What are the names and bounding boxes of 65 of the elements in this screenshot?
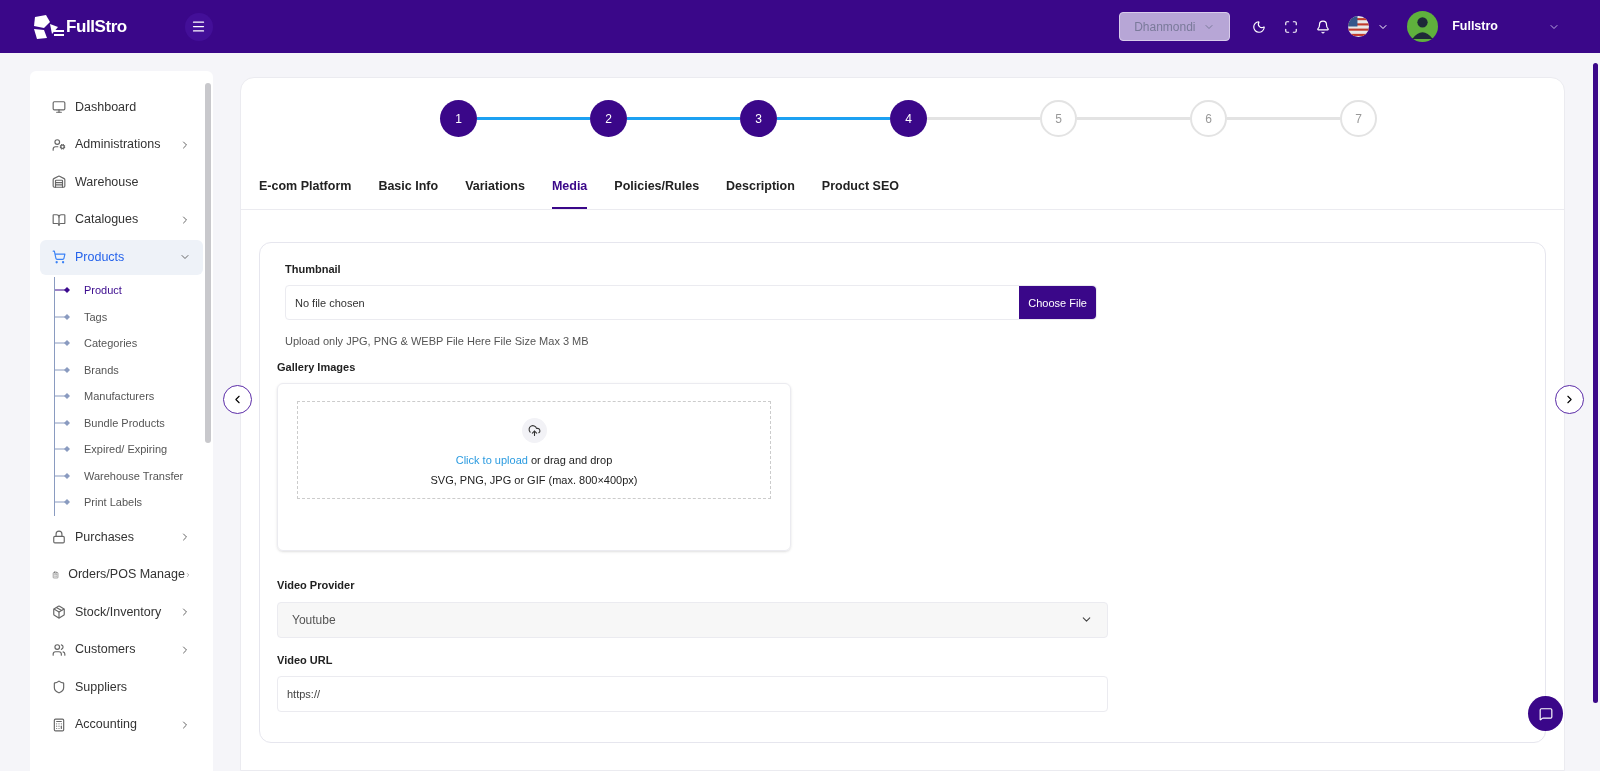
logo-text: FullStro [66, 15, 127, 38]
user-name[interactable]: Fullstro [1452, 17, 1498, 36]
file-status: No file chosen [294, 295, 366, 311]
tab[interactable]: Media [551, 177, 588, 209]
bullet-icon [55, 287, 71, 294]
choose-file-button[interactable]: Choose File [1019, 286, 1096, 320]
file-input[interactable]: No file chosen Choose File [285, 285, 1097, 321]
submenu-item[interactable]: Product [84, 282, 122, 299]
sidebar-item[interactable]: Administrations [40, 127, 203, 162]
flag-icon[interactable] [1348, 16, 1370, 37]
sidebar-item[interactable]: Purchases [40, 519, 203, 555]
scrollbar[interactable] [205, 83, 211, 443]
submenu-item[interactable]: Tags [84, 308, 108, 325]
submenu-item[interactable]: Warehouse Transfer [84, 467, 184, 484]
field-label: Gallery Images [277, 359, 357, 375]
tab[interactable]: Product SEO [821, 177, 899, 209]
moon-icon[interactable] [1252, 19, 1267, 34]
field-label: Thumbnail [285, 261, 342, 277]
sidebar-item[interactable]: Accounting [40, 707, 203, 742]
users-icon [52, 642, 66, 657]
hint-text: Upload only JPG, PNG & WEBP File Here File Size Max 3 MB [285, 334, 590, 350]
dropzone-text: or drag and drop [530, 454, 613, 467]
menu-button[interactable] [184, 12, 213, 41]
tab[interactable]: Basic Info [378, 177, 439, 209]
fullscreen-icon[interactable] [1284, 19, 1299, 34]
submenu-item[interactable]: Manufacturers [84, 388, 155, 405]
warehouse-icon [52, 175, 66, 189]
dropzone[interactable]: Click to upload or drag and drop SVG, PNG, JPG or GIF (max. 800×400px) [297, 401, 771, 500]
sidebar-item[interactable]: Catalogues [40, 202, 203, 237]
tab[interactable]: E-com Platform [259, 177, 352, 209]
scrollbar[interactable] [1593, 63, 1598, 703]
calculator-icon [52, 717, 66, 732]
avatar-icon[interactable] [1407, 11, 1439, 42]
submenu-item[interactable]: Print Labels [84, 494, 143, 511]
sidebar-item[interactable]: Products [40, 239, 203, 275]
shield-icon [52, 680, 66, 694]
tab[interactable]: Variations [465, 177, 525, 209]
tab[interactable]: Description [726, 177, 795, 209]
sidebar-item[interactable]: Stock/Inventory [40, 594, 203, 630]
box-icon [52, 605, 66, 619]
logo-icon [32, 13, 66, 40]
user-gear-icon [52, 137, 66, 152]
monitor-icon [52, 100, 66, 114]
cart-icon [52, 250, 66, 264]
provider-select[interactable]: Youtube [277, 601, 1108, 638]
menu-icon [191, 19, 207, 34]
bell-icon[interactable] [1316, 19, 1331, 34]
submenu-item[interactable]: Expired/ Expiring [84, 441, 168, 458]
book-icon [52, 212, 66, 227]
sidebar-item[interactable]: Warehouse [40, 164, 203, 200]
url-field[interactable]: https:// [277, 676, 1108, 713]
chat-icon [1538, 706, 1553, 721]
sidebar-item[interactable]: Suppliers [40, 669, 203, 705]
tab[interactable]: Policies/Rules [614, 177, 700, 209]
sidebar-item[interactable]: Dashboard [40, 89, 203, 125]
formats-text: SVG, PNG, JPG or GIF (max. 800×400px) [430, 472, 638, 488]
submenu-item[interactable]: Brands [84, 361, 119, 378]
field-label: Video Provider [277, 578, 356, 594]
field-label: Video URL [277, 652, 334, 668]
lock-icon [52, 530, 66, 544]
submenu-item[interactable]: Bundle Products [84, 414, 165, 431]
submenu-item[interactable]: Categories [84, 335, 138, 352]
sidebar-item[interactable]: Customers [40, 632, 203, 667]
upload-icon [521, 418, 547, 444]
sidebar-item[interactable]: Orders/POS Manage [40, 557, 203, 592]
